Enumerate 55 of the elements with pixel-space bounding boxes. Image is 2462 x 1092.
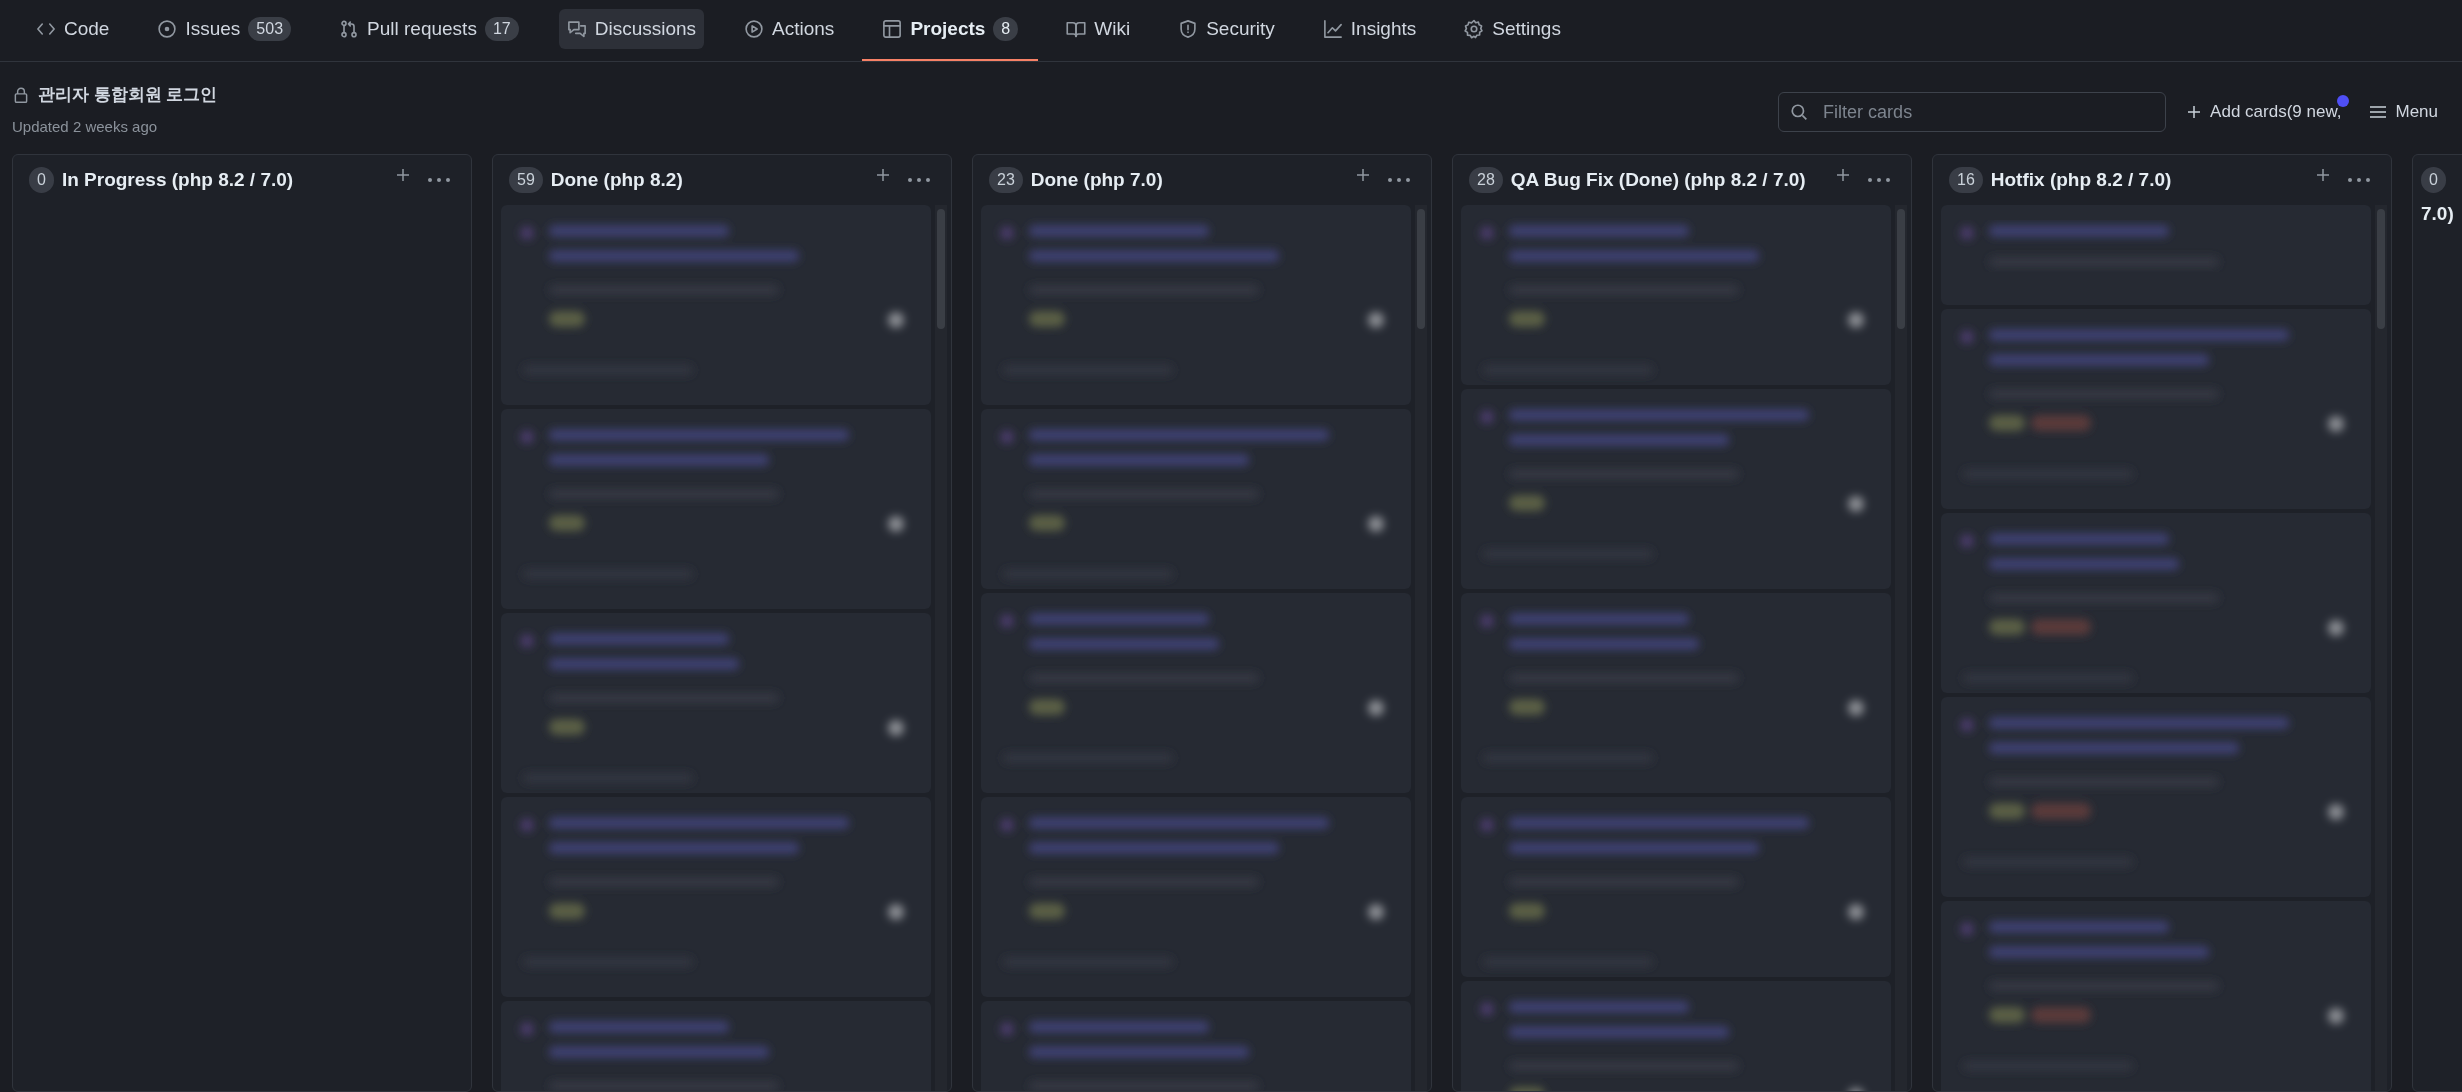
card-count: 0 bbox=[29, 167, 54, 193]
search-icon bbox=[1790, 103, 1809, 121]
plus-icon bbox=[2186, 104, 2203, 120]
nav-tab[interactable]: Pull requests 17 bbox=[319, 0, 539, 61]
plus-icon bbox=[875, 167, 891, 183]
nav-tab[interactable]: Wiki bbox=[1046, 0, 1151, 61]
menu-button[interactable]: Menu bbox=[2369, 99, 2450, 125]
nav-tab[interactable]: Code bbox=[16, 0, 130, 61]
book-icon bbox=[1066, 19, 1087, 39]
plus-icon bbox=[1835, 167, 1851, 183]
play-icon bbox=[744, 19, 765, 39]
column-title: 7.0) bbox=[2421, 202, 2454, 226]
scrollbar[interactable] bbox=[2375, 205, 2387, 1091]
nav-tab[interactable]: Issues 503 bbox=[137, 0, 312, 61]
menu-icon bbox=[2369, 104, 2388, 120]
count-badge: 8 bbox=[993, 17, 1019, 41]
ellipsis-icon bbox=[1867, 177, 1891, 183]
scrollbar[interactable] bbox=[935, 205, 947, 1091]
ellipsis-icon bbox=[907, 177, 931, 183]
card-count: 28 bbox=[1469, 167, 1503, 193]
column-title: In Progress (php 8.2 / 7.0) bbox=[61, 168, 295, 192]
ellipsis-icon bbox=[427, 177, 451, 183]
count-badge: 503 bbox=[248, 17, 292, 41]
shield-icon bbox=[1178, 19, 1199, 39]
column-title: QA Bug Fix (Done) (php 8.2 / 7.0) bbox=[1510, 168, 1807, 192]
speech-bubbles-icon bbox=[566, 19, 587, 39]
nav-tab[interactable]: Projects 8 bbox=[862, 0, 1039, 61]
card-count: 59 bbox=[509, 167, 543, 193]
project-title: 관리자 통합회원 로그인 bbox=[38, 84, 218, 106]
plus-icon bbox=[2315, 167, 2331, 183]
nav-tab[interactable]: Settings bbox=[1444, 0, 1581, 61]
card-count: 0 bbox=[2421, 167, 2446, 193]
count-badge: 17 bbox=[484, 17, 519, 41]
circle-dot-icon bbox=[157, 19, 178, 39]
filter-field[interactable]: Filter cards bbox=[1778, 92, 2167, 132]
ellipsis-icon bbox=[1387, 177, 1411, 183]
nav-tab[interactable]: Actions bbox=[724, 0, 855, 61]
column-title: Hotfix (php 8.2 / 7.0) bbox=[1990, 168, 2173, 192]
plus-icon bbox=[1355, 167, 1371, 183]
nav-tab[interactable]: Security bbox=[1158, 0, 1295, 61]
scrollbar[interactable] bbox=[1895, 205, 1907, 1091]
pull-request-icon bbox=[339, 19, 360, 39]
add-cards-button[interactable]: Add cards(9 new, bbox=[2186, 99, 2350, 125]
scrollbar[interactable] bbox=[1415, 205, 1427, 1091]
nav-tab[interactable]: Insights bbox=[1302, 0, 1437, 61]
column-title: Done (php 7.0) bbox=[1030, 168, 1164, 192]
settings-icon bbox=[1464, 19, 1485, 39]
ellipsis-icon bbox=[2347, 177, 2371, 183]
table-icon bbox=[882, 19, 903, 39]
card-count: 23 bbox=[989, 167, 1023, 193]
plus-icon bbox=[395, 167, 411, 183]
card-count: 16 bbox=[1949, 167, 1983, 193]
column-title: Done (php 8.2) bbox=[550, 168, 684, 192]
graph-icon bbox=[1322, 19, 1343, 39]
updated-time: Updated 2 weeks ago bbox=[12, 116, 159, 137]
